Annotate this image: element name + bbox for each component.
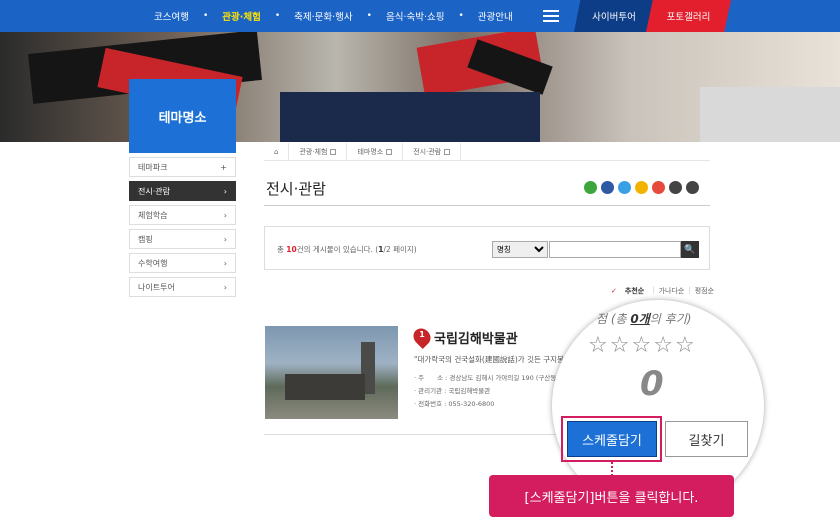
- address-line: · 주 소 : 경상남도 김해시 가야의길 190 (구산동): [414, 374, 559, 382]
- nav-item-tour-experience[interactable]: 관광·체험: [208, 9, 275, 23]
- breadcrumb-label: 관광·체험: [299, 147, 328, 156]
- hero-banner-image: [0, 32, 840, 142]
- search-input[interactable]: [549, 241, 681, 258]
- rating-stars: ☆ ☆ ☆ ☆ ☆: [588, 334, 697, 358]
- star-icon: ☆: [588, 333, 608, 358]
- star-icon: ☆: [674, 333, 695, 358]
- cyber-tour-button[interactable]: 사이버투어: [574, 0, 654, 32]
- twitter-share-icon[interactable]: [618, 181, 631, 194]
- band-share-icon[interactable]: [652, 181, 665, 194]
- search-type-select[interactable]: 명칭: [492, 241, 548, 258]
- sidebar-title: 테마명소: [129, 79, 236, 153]
- nav-item-festival[interactable]: 축제·문화·행사: [280, 9, 366, 23]
- museum-thumbnail-image[interactable]: [265, 326, 398, 419]
- sidebar-item-school-trip[interactable]: 수학여행 ›: [129, 253, 236, 273]
- hamburger-menu-icon[interactable]: [543, 10, 559, 22]
- sidebar-item-label: 테마파크: [138, 162, 168, 172]
- directions-button[interactable]: 길찾기: [665, 421, 748, 457]
- rating-score: 0: [640, 364, 664, 404]
- share-icons: [580, 181, 699, 194]
- sidebar-item-night-tour[interactable]: 나이트투어 ›: [129, 277, 236, 297]
- breadcrumb-item[interactable]: 전시·관람: [403, 142, 462, 161]
- sidebar-item-camping[interactable]: 캠핑 ›: [129, 229, 236, 249]
- print-icon[interactable]: [686, 181, 699, 194]
- top-navigation: 코스여행 • 관광·체험 • 축제·문화·행사 • 음식·숙박·쇼핑 • 관광안…: [0, 0, 840, 32]
- sidebar-item-label: 수학여행: [138, 258, 168, 268]
- pin-number: 1: [419, 330, 425, 339]
- breadcrumb-label: 테마명소: [357, 147, 384, 156]
- dropdown-icon: [330, 148, 337, 155]
- page-title: 전시·관람: [266, 180, 326, 198]
- manager-line: · 관리기관 : 국립김해박물관: [414, 387, 491, 395]
- breadcrumb-label: 전시·관람: [413, 147, 442, 156]
- nav-item-tour-info[interactable]: 관광안내: [464, 9, 527, 23]
- sidebar-item-theme-park[interactable]: 테마파크 +: [129, 157, 236, 177]
- phone-line: · 전화번호 : 055-320-6800: [414, 400, 495, 408]
- rating-summary: 점 (총 0개의 후기): [596, 312, 692, 326]
- facebook-share-icon[interactable]: [601, 181, 614, 194]
- nav-item-food-lodging[interactable]: 음식·숙박·쇼핑: [372, 9, 458, 23]
- dropdown-icon: [386, 148, 393, 155]
- chevron-right-icon: ›: [223, 234, 227, 244]
- sidebar-item-label: 캠핑: [138, 234, 153, 244]
- sort-options: ✓ 추천순 | 가나다순 | 평점순: [603, 286, 718, 296]
- list-item-info: · 주 소 : 경상남도 김해시 가야의길 190 (구산동) · 관리기관 :…: [414, 372, 564, 411]
- chevron-right-icon: ›: [223, 210, 227, 220]
- chevron-right-icon: ›: [223, 186, 227, 196]
- sidebar-item-exhibition[interactable]: 전시·관람 ›: [129, 181, 236, 201]
- star-icon: ☆: [631, 333, 652, 358]
- star-icon: ☆: [653, 333, 673, 358]
- plus-icon: +: [220, 162, 227, 172]
- list-item-description: "대가락국의 건국설화(建國說話)가 깃든 구지봉: [414, 355, 564, 364]
- add-to-schedule-button[interactable]: 스케줄담기: [567, 421, 657, 457]
- breadcrumb: ⌂ 관광·체험 테마명소 전시·관람: [264, 142, 710, 161]
- search-panel: 총 10건의 게시물이 있습니다. (1/2 페이지) 명칭 🔍: [264, 226, 710, 270]
- sidebar-item-label: 나이트투어: [138, 282, 175, 292]
- sort-alphabetical[interactable]: 가나다순: [655, 286, 689, 296]
- sort-rating[interactable]: 평점순: [691, 286, 718, 296]
- link-copy-icon[interactable]: [669, 181, 682, 194]
- breadcrumb-item[interactable]: 관광·체험: [289, 142, 348, 161]
- photo-gallery-button[interactable]: 포토갤러리: [646, 0, 731, 32]
- instruction-callout: [스케줄담기]버튼을 클릭합니다.: [489, 475, 734, 517]
- kakaostory-share-icon[interactable]: [635, 181, 648, 194]
- chevron-right-icon: ›: [223, 282, 227, 292]
- chevron-right-icon: ›: [223, 258, 227, 268]
- star-icon: ☆: [609, 333, 630, 358]
- home-icon[interactable]: ⌂: [264, 142, 290, 161]
- sidebar-item-label: 체험학습: [138, 210, 168, 220]
- list-item-title[interactable]: 국립김해박물관: [434, 328, 518, 347]
- blog-share-icon[interactable]: [584, 181, 597, 194]
- main-menu: 코스여행 • 관광·체험 • 축제·문화·행사 • 음식·숙박·쇼핑 • 관광안…: [140, 0, 527, 32]
- breadcrumb-item[interactable]: 테마명소: [347, 142, 404, 161]
- sidebar-menu: 테마파크 + 전시·관람 › 체험학습 › 캠핑 › 수학여행 › 나이트투어 ›: [129, 157, 236, 301]
- search-button[interactable]: 🔍: [681, 241, 699, 258]
- callout-connector: [611, 462, 613, 476]
- sort-recommended[interactable]: ✓ 추천순: [603, 286, 652, 296]
- sidebar-item-label: 전시·관람: [138, 186, 170, 196]
- sidebar-item-experience[interactable]: 체험학습 ›: [129, 205, 236, 225]
- title-divider: [264, 205, 710, 206]
- dropdown-icon: [444, 148, 451, 155]
- nav-item-course[interactable]: 코스여행: [140, 9, 203, 23]
- result-count: 총 10건의 게시물이 있습니다. (1/2 페이지): [277, 245, 417, 254]
